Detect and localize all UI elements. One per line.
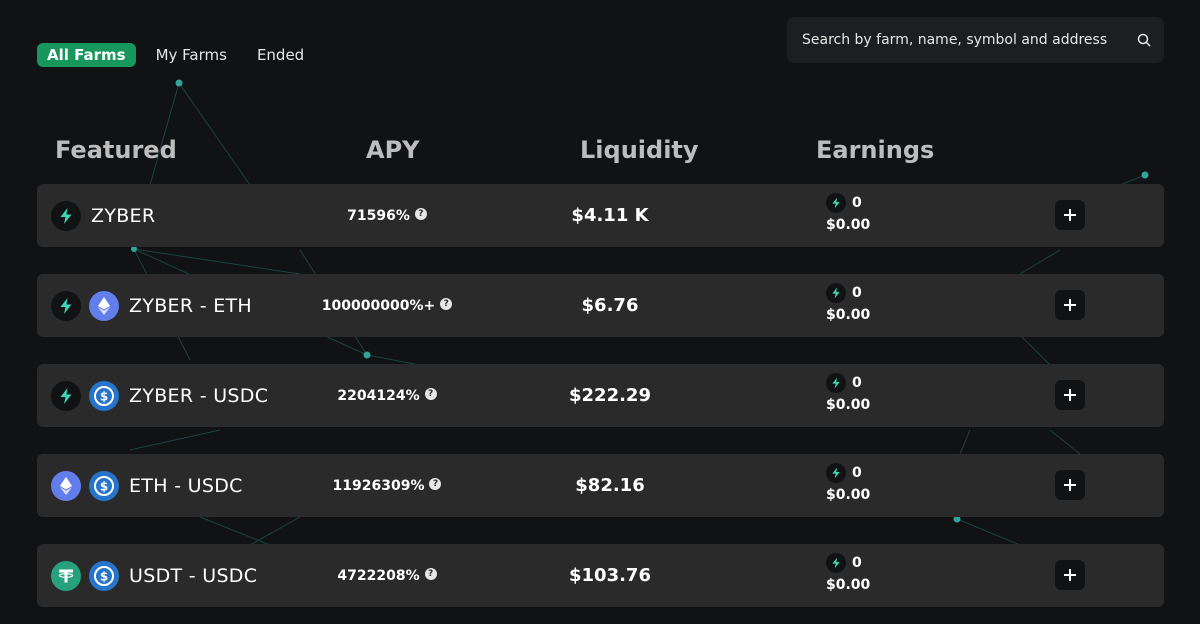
pair-name: ETH - USDC [129, 474, 243, 497]
help-icon[interactable]: ? [429, 477, 442, 490]
liquidity-value: $82.16 [575, 475, 645, 496]
farm-filter-tabs: All Farms My Farms Ended [37, 43, 324, 67]
farm-pair: $ ETH - USDC [51, 454, 243, 517]
earned-usd: $0.00 [826, 577, 871, 593]
usdc-token-icon: $ [89, 470, 119, 501]
apy-value: 2204124%? [287, 364, 487, 427]
earned-amount: 0 [852, 285, 862, 301]
tab-my-farms[interactable]: My Farms [146, 43, 237, 67]
expand-button[interactable] [1055, 200, 1085, 230]
expand-button[interactable] [1055, 470, 1085, 500]
pair-name: ZYBER [91, 204, 156, 227]
earned-usd: $0.00 [826, 487, 871, 503]
earned-amount: 0 [852, 555, 862, 571]
earnings: 0 $0.00 [826, 372, 870, 413]
apy-value: 4722208%? [287, 544, 487, 607]
liquidity-value: $6.76 [581, 295, 639, 316]
tab-ended[interactable]: Ended [247, 43, 314, 67]
earnings: 0 $0.00 [826, 552, 870, 593]
column-liquidity: Liquidity [580, 136, 699, 164]
expand-button[interactable] [1055, 380, 1085, 410]
farm-pair: ZYBER - ETH [51, 274, 252, 337]
eth-token-icon [51, 470, 81, 501]
svg-text:$: $ [100, 569, 108, 583]
liquidity-value: $222.29 [569, 385, 651, 406]
earned-usd: $0.00 [826, 307, 871, 323]
earned-usd: $0.00 [826, 217, 871, 233]
help-icon[interactable]: ? [414, 207, 427, 220]
earned-amount: 0 [852, 375, 862, 391]
plus-icon [1064, 389, 1076, 401]
apy-value: 100000000%+? [287, 274, 487, 337]
apy-value: 71596%? [287, 184, 487, 247]
zyber-token-icon [826, 553, 846, 573]
column-apy: APY [366, 136, 420, 164]
plus-icon [1064, 569, 1076, 581]
search-icon[interactable] [1124, 33, 1164, 47]
tab-all-farms[interactable]: All Farms [37, 43, 136, 67]
pair-name: ZYBER - ETH [129, 294, 252, 317]
earnings: 0 $0.00 [826, 192, 870, 233]
column-featured: Featured [55, 136, 177, 164]
zyber-token-icon [826, 283, 846, 303]
farm-row-zyber-eth[interactable]: ZYBER - ETH 100000000%+? $6.76 0 $0.00 [37, 274, 1164, 337]
farm-pair: $ USDT - USDC [51, 544, 257, 607]
help-icon[interactable]: ? [440, 297, 453, 310]
farm-row-zyber-usdc[interactable]: $ ZYBER - USDC 2204124%? $222.29 0 $0.00 [37, 364, 1164, 427]
zyber-token-icon [51, 380, 81, 411]
usdc-token-icon: $ [89, 560, 119, 591]
help-icon[interactable]: ? [424, 387, 437, 400]
usdt-token-icon [51, 560, 81, 591]
expand-button[interactable] [1055, 290, 1085, 320]
liquidity-value: $4.11 K [571, 205, 649, 226]
farm-row-zyber[interactable]: ZYBER 71596%? $4.11 K 0 $0.00 [37, 184, 1164, 247]
zyber-token-icon [826, 373, 846, 393]
farm-pair: ZYBER [51, 184, 155, 247]
eth-token-icon [89, 290, 119, 321]
farm-pair: $ ZYBER - USDC [51, 364, 268, 427]
plus-icon [1064, 479, 1076, 491]
farm-row-usdt-usdc[interactable]: $ USDT - USDC 4722208%? $103.76 0 $0.00 [37, 544, 1164, 607]
table-header: Featured APY Liquidity Earnings [0, 136, 1200, 168]
zyber-token-icon [51, 200, 81, 231]
earnings: 0 $0.00 [826, 282, 870, 323]
help-icon[interactable]: ? [424, 567, 437, 580]
search-input[interactable] [787, 32, 1124, 48]
plus-icon [1064, 299, 1076, 311]
earned-amount: 0 [852, 465, 862, 481]
svg-text:$: $ [100, 389, 108, 403]
zyber-token-icon [826, 463, 846, 483]
apy-value: 11926309%? [287, 454, 487, 517]
earned-amount: 0 [852, 195, 862, 211]
svg-text:$: $ [100, 479, 108, 493]
plus-icon [1064, 209, 1076, 221]
pair-name: USDT - USDC [129, 564, 258, 587]
zyber-token-icon [51, 290, 81, 321]
liquidity-value: $103.76 [569, 565, 651, 586]
search-bar [787, 17, 1164, 63]
column-earnings: Earnings [816, 136, 935, 164]
usdc-token-icon: $ [89, 380, 119, 411]
zyber-token-icon [826, 193, 846, 213]
pair-name: ZYBER - USDC [129, 384, 269, 407]
earnings: 0 $0.00 [826, 462, 870, 503]
farm-row-eth-usdc[interactable]: $ ETH - USDC 11926309%? $82.16 0 $0.00 [37, 454, 1164, 517]
expand-button[interactable] [1055, 560, 1085, 590]
earned-usd: $0.00 [826, 397, 871, 413]
